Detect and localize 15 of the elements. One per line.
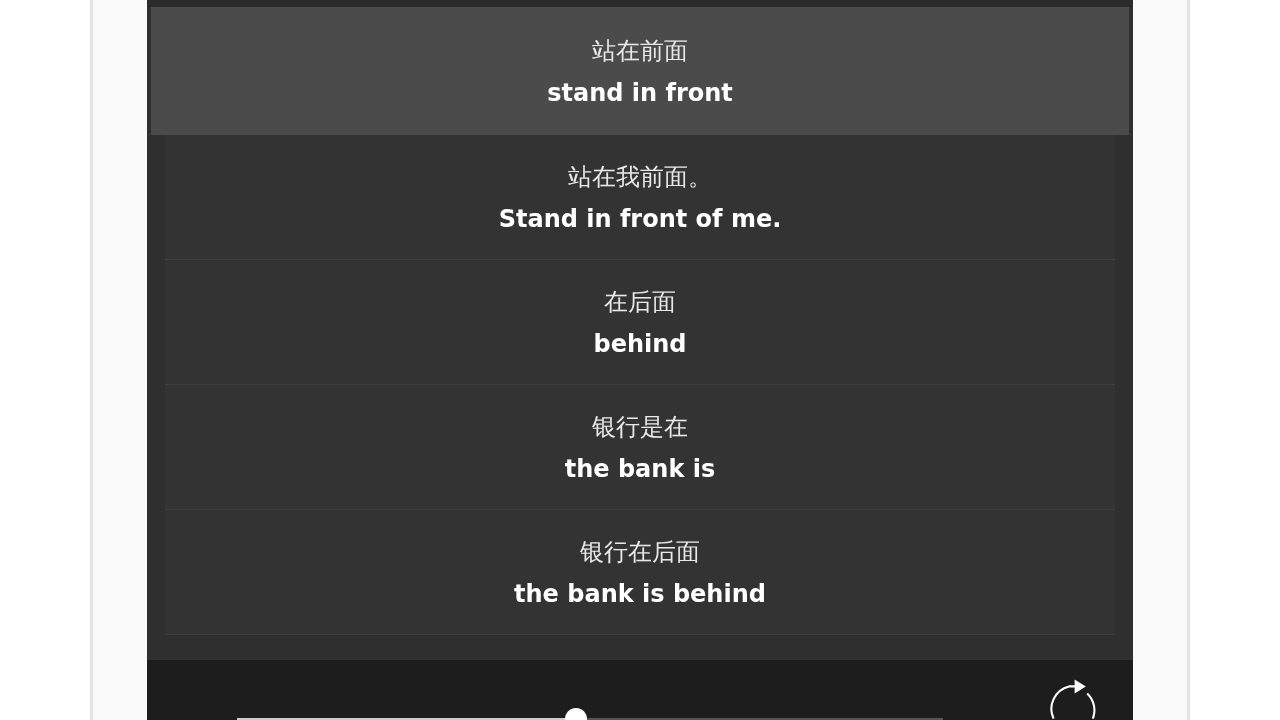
chinese-phrase: 站在前面 xyxy=(592,36,688,67)
chinese-phrase: 在后面 xyxy=(604,287,676,318)
chinese-phrase: 银行在后面 xyxy=(580,537,700,568)
chinese-phrase: 站在我前面。 xyxy=(568,162,712,193)
phrase-row[interactable]: 站在前面 stand in front xyxy=(151,7,1129,135)
english-translation: the bank is xyxy=(564,455,716,483)
english-translation: stand in front xyxy=(547,79,733,107)
chinese-phrase: 银行是在 xyxy=(592,412,688,443)
english-translation: the bank is behind xyxy=(514,580,766,608)
phrase-row[interactable]: 在后面 behind xyxy=(165,260,1115,385)
english-translation: behind xyxy=(593,330,687,358)
phrase-row[interactable]: 站在我前面。 Stand in front of me. xyxy=(165,135,1115,260)
phrase-row[interactable]: 银行是在 the bank is xyxy=(165,385,1115,510)
phrase-row[interactable]: 银行在后面 the bank is behind xyxy=(165,510,1115,635)
english-translation: Stand in front of me. xyxy=(498,205,782,233)
